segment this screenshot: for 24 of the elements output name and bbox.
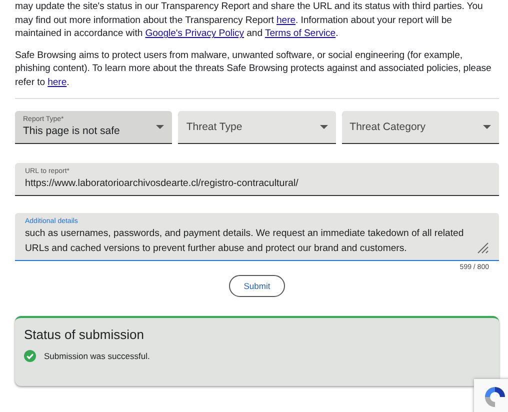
dropdown-field[interactable]: Threat Type [178,110,336,144]
field-value: https://www.laboratorioarchivosdearte.cl/registro-contracultural/ [25,176,300,191]
circular-arrows-icon [482,384,508,410]
caret-icon [320,124,328,129]
status-title: Status of submission [24,326,145,342]
captcha-badge[interactable] [474,379,508,412]
link[interactable]: here [48,76,67,88]
link[interactable]: Terms of Service [264,28,336,40]
field-placeholder: Threat Type [186,120,242,133]
resize-handle-icon[interactable] [477,242,489,254]
link[interactable]: Google's Privacy Policy [145,28,244,40]
field-value: This page is not safe [23,124,120,138]
details-text-area[interactable] [15,212,499,261]
caret-icon [482,124,491,129]
intro-paragraph: Safe Browsing aims to protect users from malware, unwanted software, or social engineering (for example, phishing content). To learn more about the threats Safe Browsing protects against and associated policies, please refer to here. [15,48,492,90]
intro-paragraph: may update the site's status in our Transparency Report and share the URL and its status with third parties. You may find out more information about the Transparency Report here. Information about your report will be maintained in accordance with Google's Privacy Policy and Terms of Service. [15,0,484,41]
field-value: such as usernames, passwords, and payment details. We request an immediate takedown of all related URLs and cached versions to prevent further abuse and protect our brand and customers. [25,226,465,256]
check-circle-icon [24,350,36,362]
link[interactable]: here [276,14,296,26]
status-message: Submission was successful. [44,350,150,361]
dropdown-field[interactable]: Threat Category [342,110,499,144]
caret-icon [156,124,164,129]
field-placeholder: Threat Category [350,120,426,133]
submit-button[interactable]: Submit [228,274,286,297]
